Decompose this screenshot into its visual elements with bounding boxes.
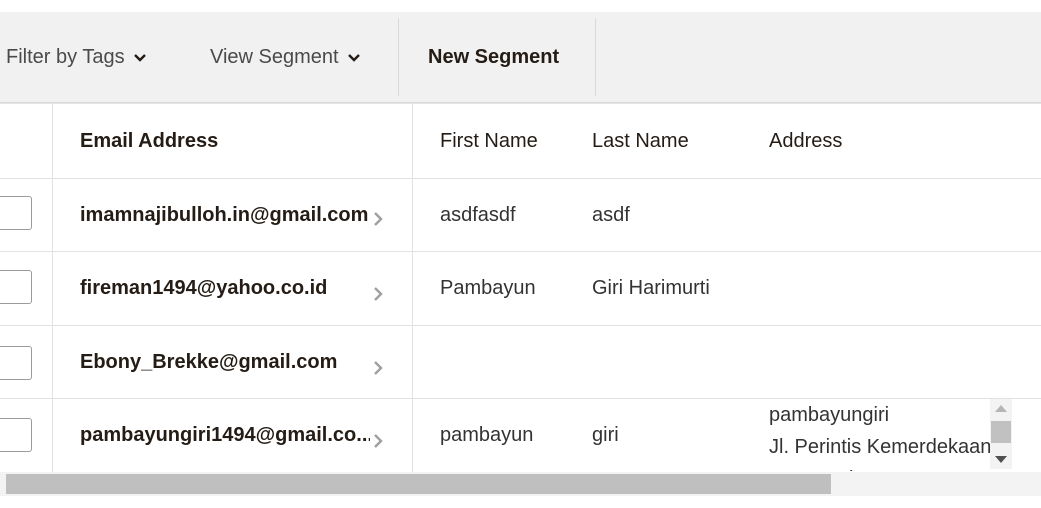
view-segment-dropdown[interactable]: View Segment [210, 12, 361, 102]
chevron-down-icon [347, 54, 360, 62]
chevron-right-icon[interactable] [372, 209, 384, 229]
address-line: Jl. Perintis Kemerdekaan [769, 436, 991, 458]
table-row: Ebony_Brekke@gmail.com [0, 326, 1041, 399]
table-row: pambayungiri1494@gmail.co... pambayun gi… [0, 399, 1041, 471]
scroll-down-icon[interactable] [995, 456, 1007, 463]
table-row: imamnajibulloh.in@gmail.com asdfasdf asd… [0, 179, 1041, 252]
filter-by-tags-label: Filter by Tags [6, 45, 125, 68]
chevron-down-icon [133, 54, 146, 62]
header-address[interactable]: Address [769, 104, 842, 178]
filter-by-tags-dropdown[interactable]: Filter by Tags [6, 12, 147, 102]
header-last-name[interactable]: Last Name [592, 104, 689, 178]
email-cell[interactable]: pambayungiri1494@gmail.co... [80, 399, 370, 471]
first-name-cell: asdfasdf [440, 203, 516, 226]
new-segment-button[interactable]: New Segment [428, 12, 559, 102]
address-line: Bogor Jabar 77010 [769, 463, 991, 471]
row-checkbox[interactable] [0, 418, 32, 452]
chevron-right-icon[interactable] [372, 358, 384, 378]
chevron-right-icon[interactable] [372, 284, 384, 304]
row-checkbox[interactable] [0, 270, 32, 304]
header-first-name[interactable]: First Name [440, 104, 538, 178]
address-scrollbar[interactable] [990, 399, 1012, 469]
chevron-right-icon[interactable] [372, 431, 384, 451]
header-email[interactable]: Email Address [80, 104, 370, 178]
row-checkbox[interactable] [0, 346, 32, 380]
email-cell[interactable]: imamnajibulloh.in@gmail.com [80, 179, 370, 251]
first-name-cell: pambayun [440, 423, 534, 446]
scroll-up-icon[interactable] [995, 405, 1007, 412]
segment-toolbar: Filter by Tags View Segment New Segment [0, 12, 1041, 103]
address-line: pambayungiri [769, 404, 890, 426]
first-name-cell: Pambayun [440, 277, 536, 299]
view-segment-label: View Segment [210, 45, 339, 68]
horizontal-scroll-thumb[interactable] [6, 474, 831, 494]
scroll-thumb[interactable] [991, 421, 1011, 443]
last-name-cell: Giri Harimurti [592, 277, 710, 299]
last-name-cell: asdf [592, 203, 630, 226]
toolbar-divider [595, 18, 596, 96]
email-cell[interactable]: Ebony_Brekke@gmail.com [80, 326, 370, 398]
last-name-cell: giri [592, 423, 619, 446]
address-cell[interactable]: pambayungiri Jl. Perintis Kemerdekaan Bo… [769, 399, 991, 471]
table-row: fireman1494@yahoo.co.id Pambayun Giri Ha… [0, 252, 1041, 326]
email-cell[interactable]: fireman1494@yahoo.co.id [80, 252, 370, 325]
horizontal-scrollbar[interactable] [0, 472, 1041, 496]
toolbar-divider [398, 18, 399, 96]
row-checkbox[interactable] [0, 196, 32, 230]
new-segment-label: New Segment [428, 45, 560, 68]
table-header-row: Email Address First Name Last Name Addre… [0, 104, 1041, 179]
